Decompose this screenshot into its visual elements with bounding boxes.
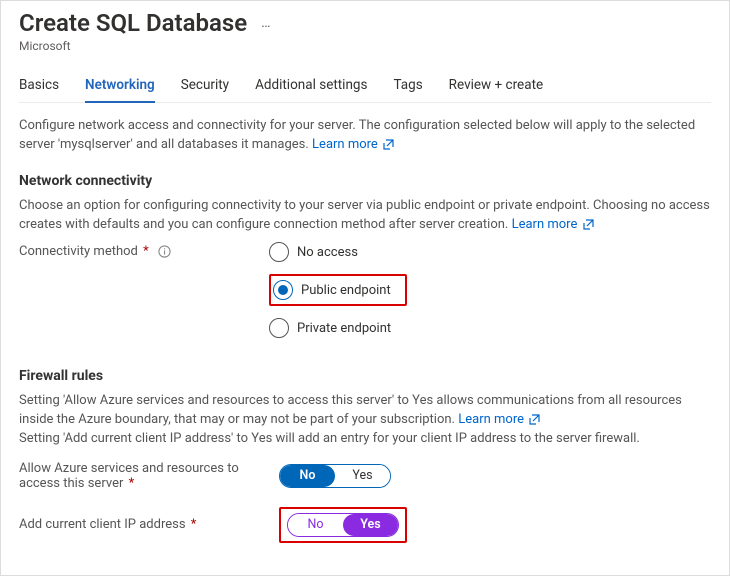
radio-private-endpoint[interactable]: Private endpoint <box>269 316 407 340</box>
allow-azure-label: Allow Azure services and resources to ac… <box>19 461 279 491</box>
connectivity-method-row: Connectivity method * No access Public e… <box>19 240 711 340</box>
connectivity-desc-text: Choose an option for configuring connect… <box>19 198 710 232</box>
external-link-icon <box>529 414 540 425</box>
more-actions-ellipsis-icon[interactable]: … <box>261 15 270 31</box>
tab-review-create[interactable]: Review + create <box>449 77 543 102</box>
page-title: Create SQL Database <box>19 9 247 37</box>
allow-azure-toggle-yes[interactable]: Yes <box>335 465 390 487</box>
add-ip-row: Add current client IP address * No Yes <box>19 507 711 543</box>
radio-icon <box>269 242 289 262</box>
header-subtitle: Microsoft <box>19 39 711 53</box>
intro-text: Configure network access and connectivit… <box>19 117 711 155</box>
tabs: Basics Networking Security Additional se… <box>19 77 711 103</box>
connectivity-desc: Choose an option for configuring connect… <box>19 197 711 235</box>
required-asterisk: * <box>143 244 149 259</box>
learn-more-link[interactable]: Learn more <box>312 137 394 152</box>
radio-dot <box>278 285 288 295</box>
firewall-desc: Setting 'Allow Azure services and resour… <box>19 392 711 449</box>
highlight-public-endpoint: Public endpoint <box>269 274 407 306</box>
connectivity-method-radio-group: No access Public endpoint Private endpoi… <box>269 240 407 340</box>
tab-basics[interactable]: Basics <box>19 77 59 102</box>
tab-networking[interactable]: Networking <box>85 77 155 103</box>
page-root: { "header": { "title": "Create SQL Datab… <box>0 0 730 576</box>
allow-azure-toggle-no[interactable]: No <box>280 465 335 487</box>
external-link-icon <box>383 139 394 150</box>
add-ip-toggle-no[interactable]: No <box>288 514 343 536</box>
radio-label-public-endpoint: Public endpoint <box>301 283 391 298</box>
radio-no-access[interactable]: No access <box>269 240 407 264</box>
header-row: Create SQL Database … <box>19 9 711 37</box>
allow-azure-toggle[interactable]: No Yes <box>279 464 391 488</box>
add-ip-label-text: Add current client IP address <box>19 517 186 532</box>
external-link-icon <box>583 219 594 230</box>
learn-more-label-connectivity: Learn more <box>512 217 578 232</box>
highlight-add-ip: No Yes <box>279 507 407 543</box>
required-asterisk: * <box>191 517 197 532</box>
radio-icon-checked <box>273 280 293 300</box>
connectivity-method-label-text: Connectivity method <box>19 244 138 259</box>
firewall-desc1: Setting 'Allow Azure services and resour… <box>19 393 682 427</box>
allow-azure-row: Allow Azure services and resources to ac… <box>19 461 711 491</box>
add-ip-toggle[interactable]: No Yes <box>287 513 399 537</box>
section-title-firewall: Firewall rules <box>19 368 711 384</box>
learn-more-label-firewall: Learn more <box>458 412 524 427</box>
required-asterisk: * <box>129 476 135 491</box>
learn-more-link-connectivity[interactable]: Learn more <box>512 217 594 232</box>
radio-public-endpoint[interactable]: Public endpoint <box>273 278 395 302</box>
add-ip-label: Add current client IP address * <box>19 517 279 532</box>
radio-label-private-endpoint: Private endpoint <box>297 321 391 336</box>
radio-icon <box>269 318 289 338</box>
section-title-connectivity: Network connectivity <box>19 173 711 189</box>
firewall-desc2: Setting 'Add current client IP address' … <box>19 431 640 446</box>
add-ip-toggle-yes[interactable]: Yes <box>343 514 398 536</box>
info-icon[interactable] <box>158 245 171 258</box>
connectivity-method-label: Connectivity method * <box>19 240 269 259</box>
learn-more-label: Learn more <box>312 137 378 152</box>
radio-label-no-access: No access <box>297 245 358 260</box>
tab-tags[interactable]: Tags <box>393 77 422 102</box>
tab-additional-settings[interactable]: Additional settings <box>255 77 367 102</box>
learn-more-link-firewall[interactable]: Learn more <box>458 412 540 427</box>
tab-security[interactable]: Security <box>181 77 229 102</box>
